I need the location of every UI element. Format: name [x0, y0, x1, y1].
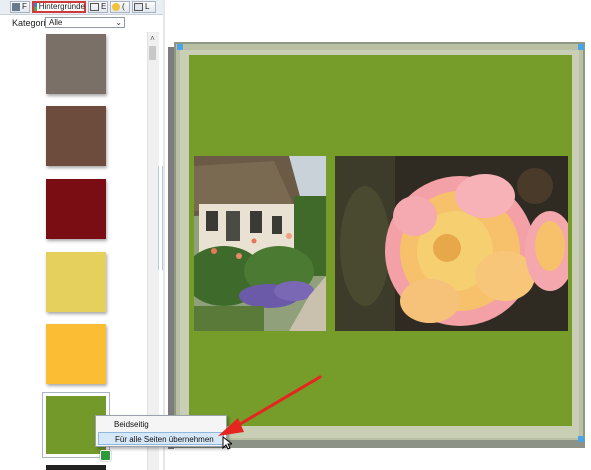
selection-handle[interactable] [177, 44, 183, 50]
scrollbar-thumb[interactable] [149, 46, 156, 60]
tab-frames[interactable]: E [88, 1, 108, 13]
add-badge-icon[interactable] [100, 450, 111, 461]
tab-frames-label: E [101, 2, 107, 11]
tab-backgrounds[interactable]: Hintergründe [32, 1, 86, 13]
smiley-icon [112, 3, 120, 11]
frame-icon [90, 3, 99, 11]
photo-cottage[interactable] [194, 156, 326, 331]
selection-handle[interactable] [578, 436, 584, 442]
backgrounds-panel: F Hintergründe E ( L Kategorie: Alle ⌄ ˄ [0, 0, 163, 470]
swatch-next-partial[interactable] [46, 465, 106, 470]
tab-photos-label: F [22, 2, 27, 11]
menu-item-apply-all-pages[interactable]: Für alle Seiten übernehmen [98, 432, 224, 445]
image-icon [12, 3, 20, 11]
swatch-taupe[interactable] [46, 34, 106, 94]
chevron-down-icon: ⌄ [115, 18, 122, 27]
mouse-cursor-icon [222, 436, 232, 450]
tab-backgrounds-label: Hintergründe [38, 2, 85, 11]
chevron-up-icon[interactable]: ˄ [147, 34, 158, 44]
tab-cliparts-label: ( [122, 2, 125, 11]
layout-icon [134, 3, 143, 11]
panel-tab-bar: F Hintergründe E ( L [0, 0, 163, 15]
swatch-dark-red[interactable] [46, 179, 106, 239]
swatch-yellow[interactable] [46, 252, 106, 312]
swatch-brown[interactable] [46, 106, 106, 166]
category-selected-value: Alle [49, 18, 63, 27]
tab-layouts-label: L [145, 2, 150, 11]
photo-roses[interactable] [335, 156, 568, 331]
tab-layouts[interactable]: L [132, 1, 156, 13]
cottage-photo-image [194, 156, 326, 331]
tab-photos[interactable]: F [10, 1, 30, 13]
category-dropdown[interactable]: Alle ⌄ [45, 17, 125, 28]
context-menu: Beidseitig Für alle Seiten übernehmen [95, 415, 227, 447]
menu-item-both-sides[interactable]: Beidseitig [98, 418, 224, 431]
swatch-orange[interactable] [46, 324, 106, 384]
roses-photo-image [335, 156, 568, 331]
background-icon [34, 3, 37, 11]
red-arrow-annotation [218, 375, 322, 436]
tab-cliparts[interactable]: ( [110, 1, 130, 13]
selection-handle[interactable] [578, 44, 584, 50]
